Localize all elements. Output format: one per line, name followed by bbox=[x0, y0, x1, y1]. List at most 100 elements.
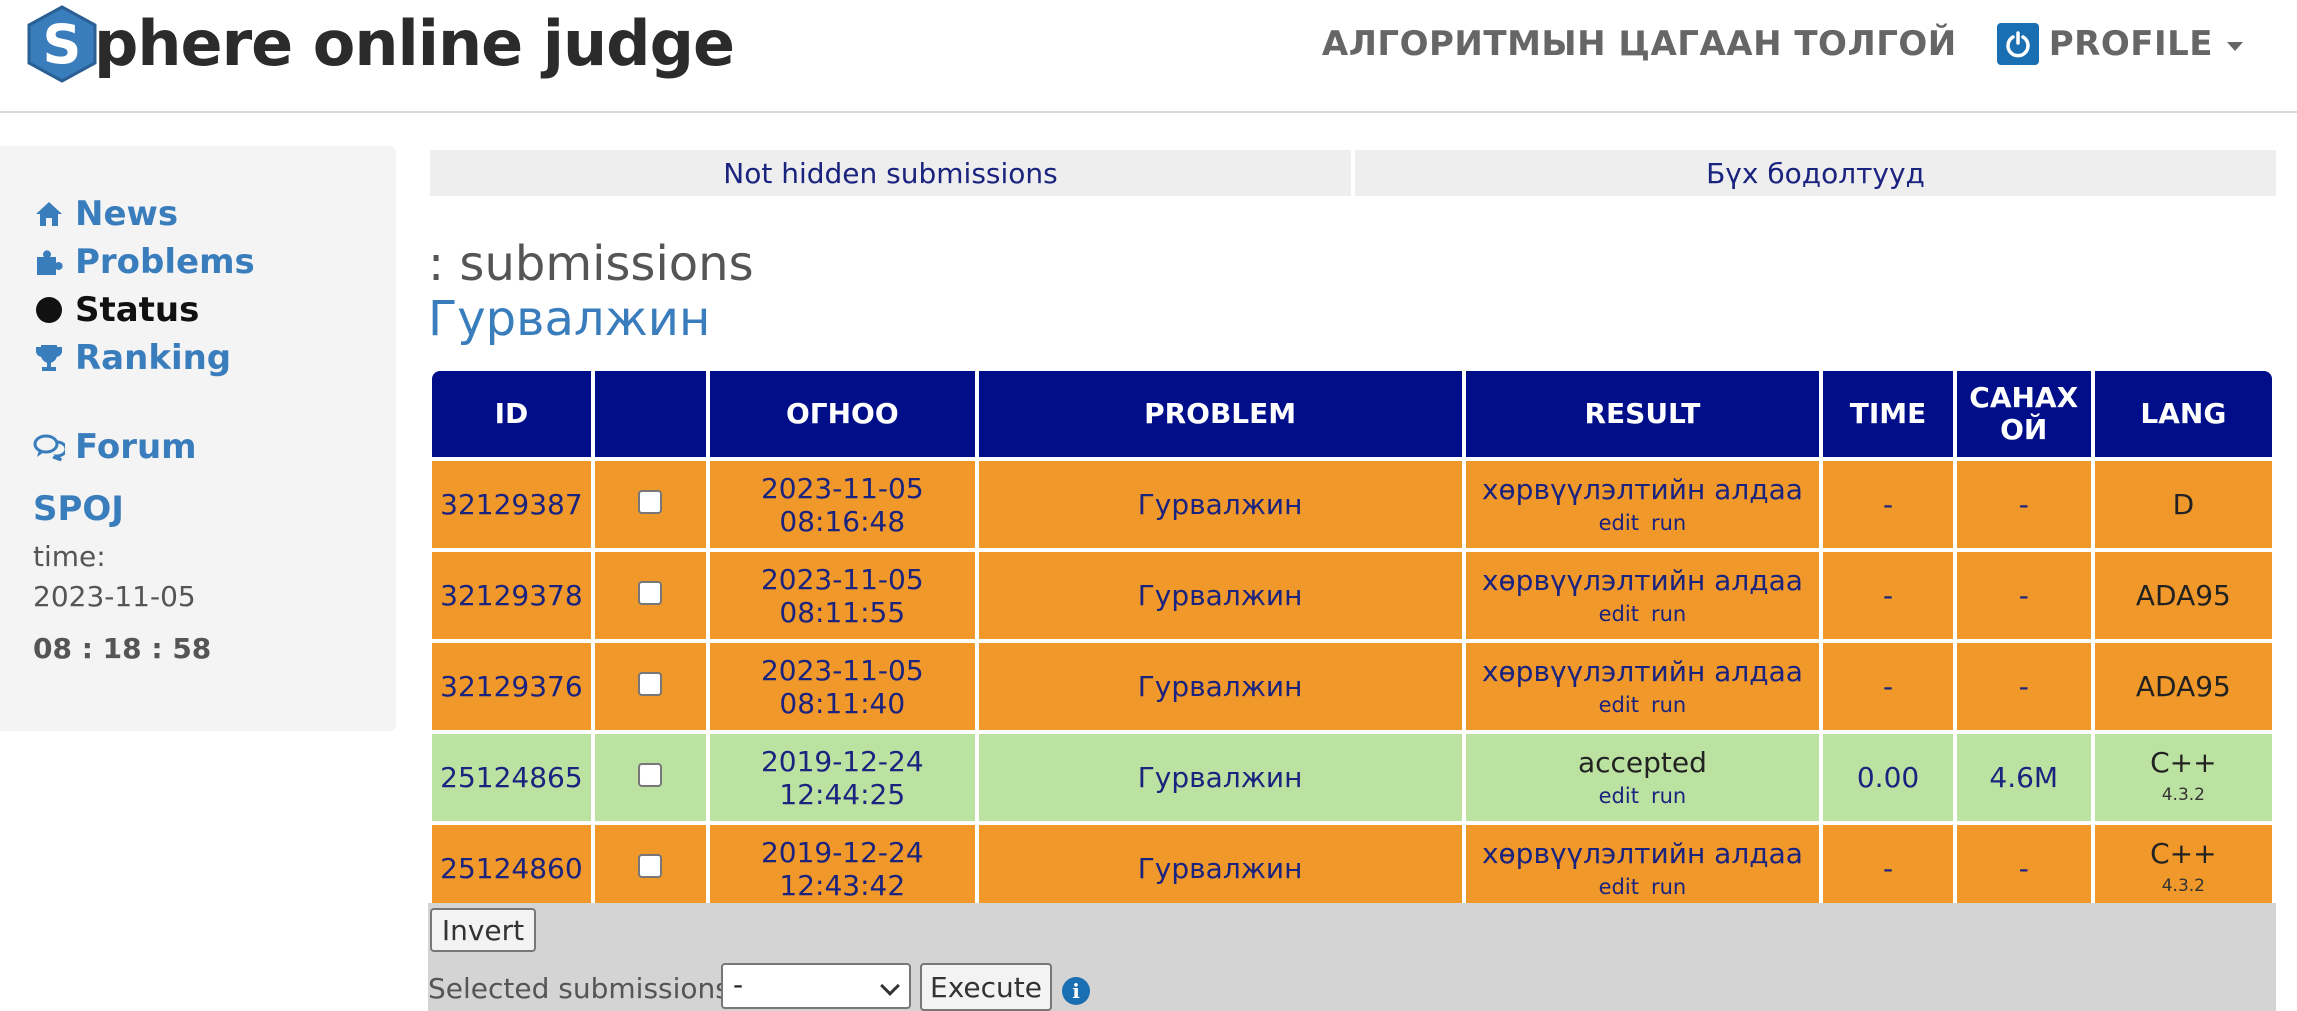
run-link[interactable]: run bbox=[1651, 693, 1686, 717]
memory-value: - bbox=[1956, 825, 2091, 912]
result-text[interactable]: хөрвүүлэлтийн алдаа bbox=[1466, 654, 1820, 690]
row-checkbox[interactable] bbox=[638, 581, 663, 605]
submission-id-link[interactable]: 25124865 bbox=[432, 734, 591, 821]
problem-name-link[interactable]: Гурвалжин bbox=[978, 461, 1462, 548]
submission-tabs: Not hidden submissions Бүх бодолтууд bbox=[430, 150, 2276, 196]
logo-hexagon-icon: S bbox=[26, 5, 98, 83]
result-text[interactable]: хөрвүүлэлтийн алдаа bbox=[1466, 836, 1820, 872]
table-row: 25124860 2019-12-24 12:43:42 Гурвалжин хөрв… bbox=[432, 825, 2272, 912]
table-row: 32129376 2023-11-05 08:11:40 Гурвалжин хөрв… bbox=[432, 643, 2272, 730]
server-date: 2023-11-05 bbox=[33, 580, 196, 613]
submission-date: 2019-12-24 12:44:25 bbox=[709, 734, 975, 821]
profile-label: PROFILE bbox=[2048, 24, 2213, 64]
execute-button[interactable]: Execute bbox=[920, 963, 1052, 1011]
run-link[interactable]: run bbox=[1651, 784, 1686, 808]
submission-id-link[interactable]: 32129376 bbox=[432, 643, 591, 730]
edit-link[interactable]: edit bbox=[1599, 693, 1639, 717]
problem-name-link[interactable]: Гурвалжин bbox=[978, 734, 1462, 821]
row-checkbox[interactable] bbox=[638, 763, 663, 787]
tab-all-submissions[interactable]: Бүх бодолтууд bbox=[1355, 150, 2276, 196]
time-value: - bbox=[1823, 461, 1953, 548]
run-link[interactable]: run bbox=[1651, 602, 1686, 626]
result-text[interactable]: хөрвүүлэлтийн алдаа bbox=[1466, 563, 1820, 599]
spoj-clock-title[interactable]: SPOJ bbox=[33, 489, 124, 529]
table-row: 32129378 2023-11-05 08:11:55 Гурвалжин хөрв… bbox=[432, 552, 2272, 639]
submission-date: 2023-11-05 08:11:55 bbox=[709, 552, 975, 639]
select-cell bbox=[594, 552, 706, 639]
edit-link[interactable]: edit bbox=[1599, 784, 1639, 808]
select-cell bbox=[594, 461, 706, 548]
result-cell: accepted edit run bbox=[1465, 734, 1820, 821]
svg-text:S: S bbox=[43, 13, 82, 76]
edit-link[interactable]: edit bbox=[1599, 511, 1639, 535]
time-value: - bbox=[1823, 552, 1953, 639]
submission-date: 2019-12-24 12:43:42 bbox=[709, 825, 975, 912]
result-links: edit run bbox=[1466, 872, 1820, 902]
result-text[interactable]: хөрвүүлэлтийн алдаа bbox=[1466, 472, 1820, 508]
lang-value: D bbox=[2172, 487, 2195, 521]
col-header-select bbox=[594, 371, 706, 457]
sidebar-item-label: Ranking bbox=[75, 338, 232, 378]
lang-value: ADA95 bbox=[2135, 578, 2231, 612]
problem-link[interactable]: Гурвалжин bbox=[428, 291, 710, 347]
row-checkbox[interactable] bbox=[638, 490, 663, 514]
submission-id-link[interactable]: 32129378 bbox=[432, 552, 591, 639]
lang-cell: D bbox=[2094, 461, 2272, 548]
edit-link[interactable]: edit bbox=[1599, 602, 1639, 626]
time-value: - bbox=[1823, 643, 1953, 730]
sidebar-item-status[interactable]: Status bbox=[33, 288, 199, 332]
spoj-logo[interactable]: S phere online judge bbox=[26, 5, 735, 83]
lang-version: 4.3.2 bbox=[2161, 875, 2205, 896]
col-header-date[interactable]: ОГНОО bbox=[709, 371, 975, 457]
problem-name-link[interactable]: Гурвалжин bbox=[978, 825, 1462, 912]
tab-not-hidden[interactable]: Not hidden submissions bbox=[430, 150, 1351, 196]
sidebar-item-forum[interactable]: Forum bbox=[33, 425, 197, 469]
table-row: 32129387 2023-11-05 08:16:48 Гурвалжин хөрв… bbox=[432, 461, 2272, 548]
memory-value: - bbox=[1956, 643, 2091, 730]
submission-id-link[interactable]: 25124860 bbox=[432, 825, 591, 912]
row-checkbox[interactable] bbox=[638, 854, 663, 878]
result-cell: хөрвүүлэлтийн алдаа edit run bbox=[1465, 825, 1820, 912]
table-row: 25124865 2019-12-24 12:44:25 Гурвалжин acce… bbox=[432, 734, 2272, 821]
sidebar-item-problems[interactable]: Problems bbox=[33, 240, 255, 284]
col-header-memory[interactable]: САНАХ ОЙ bbox=[1956, 371, 2091, 457]
sidebar-item-ranking[interactable]: Ranking bbox=[33, 336, 231, 380]
run-link[interactable]: run bbox=[1651, 875, 1686, 899]
info-icon[interactable]: i bbox=[1062, 977, 1090, 1005]
memory-value: 4.6M bbox=[1956, 734, 2091, 821]
lang-cell: ADA95 bbox=[2094, 552, 2272, 639]
lang-cell: C++ 4.3.2 bbox=[2094, 825, 2272, 912]
submissions-table: ID ОГНОО PROBLEM RESULT TIME САНАХ ОЙ LA… bbox=[428, 367, 2276, 916]
profile-menu[interactable]: PROFILE bbox=[1996, 23, 2243, 65]
action-select-value: - bbox=[733, 968, 744, 1001]
sidebar-item-news[interactable]: News bbox=[33, 192, 178, 236]
lang-value: ADA95 bbox=[2135, 669, 2231, 703]
result-text[interactable]: accepted bbox=[1466, 745, 1820, 781]
submission-id-link[interactable]: 32129387 bbox=[432, 461, 591, 548]
col-header-problem[interactable]: PROBLEM bbox=[978, 371, 1462, 457]
col-header-time[interactable]: TIME bbox=[1823, 371, 1953, 457]
memory-value: - bbox=[1956, 552, 2091, 639]
col-header-result[interactable]: RESULT bbox=[1465, 371, 1820, 457]
problem-name-link[interactable]: Гурвалжин bbox=[978, 643, 1462, 730]
result-links: edit run bbox=[1466, 781, 1820, 811]
col-header-lang[interactable]: LANG bbox=[2094, 371, 2272, 457]
page-title: : submissions bbox=[428, 236, 754, 292]
col-header-id[interactable]: ID bbox=[432, 371, 591, 457]
time-value: - bbox=[1823, 825, 1953, 912]
sidebar-item-label: Problems bbox=[75, 242, 255, 282]
problem-name-link[interactable]: Гурвалжин bbox=[978, 552, 1462, 639]
edit-link[interactable]: edit bbox=[1599, 875, 1639, 899]
header-contest-link[interactable]: АЛГОРИТМЫН ЦАГААН ТОЛГОЙ bbox=[1322, 24, 1957, 64]
submission-date: 2023-11-05 08:11:40 bbox=[709, 643, 975, 730]
result-cell: хөрвүүлэлтийн алдаа edit run bbox=[1465, 643, 1820, 730]
header-nav: АЛГОРИТМЫН ЦАГААН ТОЛГОЙ PROFILE bbox=[1322, 18, 2243, 70]
row-checkbox[interactable] bbox=[638, 672, 663, 696]
home-icon bbox=[33, 198, 65, 230]
sidebar-item-label: Status bbox=[75, 290, 200, 330]
invert-button[interactable]: Invert bbox=[430, 908, 536, 952]
action-select[interactable]: - bbox=[721, 963, 911, 1009]
run-link[interactable]: run bbox=[1651, 511, 1686, 535]
lang-version: 4.3.2 bbox=[2161, 784, 2205, 805]
caret-down-icon bbox=[2227, 41, 2243, 51]
